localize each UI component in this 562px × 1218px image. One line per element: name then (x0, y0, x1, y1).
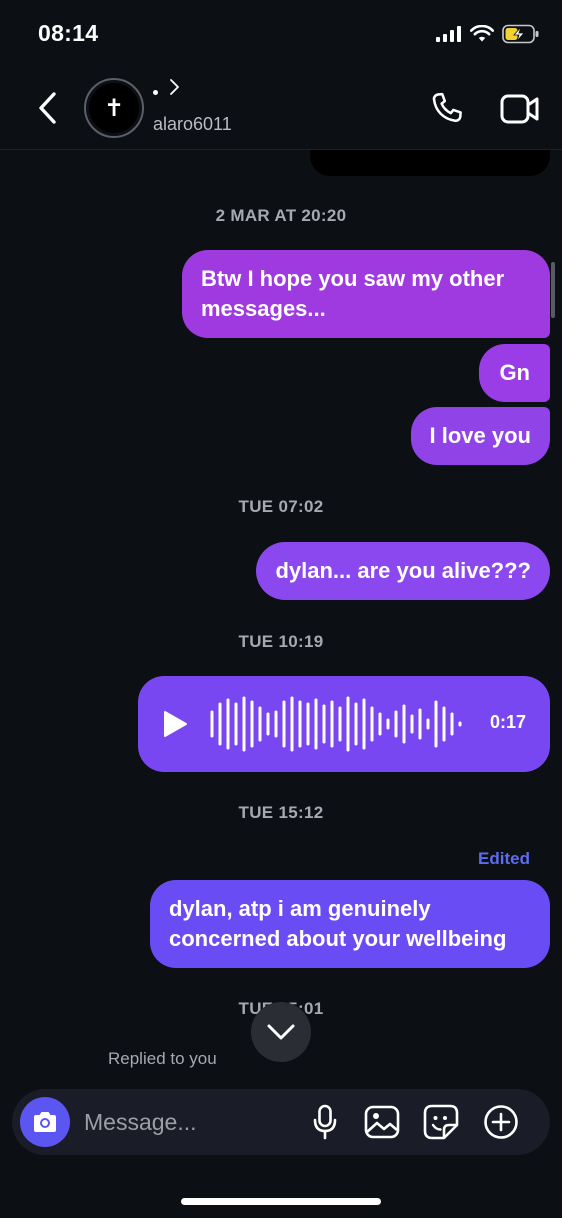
waveform[interactable] (210, 694, 470, 754)
replied-to-you-label: Replied to you (108, 1049, 217, 1068)
plus-circle-icon (484, 1105, 518, 1139)
timestamp: TUE 10:19 (238, 632, 324, 651)
chat-header: ✝ alaro6011 (0, 64, 562, 150)
play-icon[interactable] (162, 710, 188, 738)
timestamp: TUE 15:12 (238, 803, 324, 822)
previous-message-bubble[interactable] (310, 150, 550, 176)
status-time: 08:14 (38, 20, 99, 46)
message-bubble[interactable]: Btw I hope you saw my other messages... (182, 250, 550, 338)
voice-duration: 0:17 (489, 712, 526, 732)
message-input[interactable] (84, 1107, 294, 1137)
message-thread[interactable]: 2 MAR AT 20:20 Btw I hope you saw my oth… (0, 150, 562, 1086)
microphone-icon (313, 1104, 337, 1140)
voice-message[interactable]: 0:17 (138, 676, 550, 772)
microphone-button[interactable] (306, 1103, 344, 1141)
username[interactable]: alaro6011 (153, 114, 232, 135)
edited-label: Edited (478, 849, 530, 868)
status-icons (436, 24, 540, 44)
profile-name-row[interactable] (153, 79, 180, 96)
message-bubble[interactable]: I love you (410, 407, 550, 465)
message-bubble[interactable]: dylan, atp i am genuinely concerned abou… (150, 880, 550, 968)
back-button[interactable] (34, 90, 64, 126)
wifi-icon (470, 25, 494, 42)
chevron-down-icon (267, 1024, 295, 1040)
timestamp: 2 MAR AT 20:20 (215, 206, 347, 225)
timestamp: TUE 07:02 (238, 497, 324, 516)
voice-call-button[interactable] (428, 90, 466, 128)
message-bubble[interactable]: dylan... are you alive??? (256, 542, 550, 600)
home-indicator[interactable] (181, 1198, 381, 1205)
message-bubble[interactable]: Gn (479, 344, 550, 402)
display-name-dot (153, 89, 158, 95)
scroll-indicator[interactable] (551, 262, 555, 318)
dm-screen: 08:14 ✝ alaro6011 2 MAR AT 20:20 Btw I h… (0, 0, 562, 1218)
chevron-right-icon (170, 79, 179, 95)
avatar[interactable]: ✝ (84, 78, 144, 138)
video-call-button[interactable] (500, 92, 540, 126)
more-options-button[interactable] (482, 1103, 520, 1141)
gallery-icon (364, 1105, 400, 1139)
camera-icon (34, 1112, 56, 1132)
phone-icon (432, 92, 462, 123)
signal-icon (436, 26, 461, 42)
sticker-icon (423, 1104, 459, 1140)
sticker-button[interactable] (422, 1103, 460, 1141)
status-bar: 08:14 (0, 0, 562, 64)
back-chevron-icon (39, 92, 56, 124)
avatar-cross: ✝ (103, 94, 125, 122)
gallery-button[interactable] (363, 1103, 401, 1141)
scroll-to-bottom-button[interactable] (251, 1002, 311, 1062)
video-camera-icon (500, 94, 539, 124)
message-composer (12, 1089, 550, 1155)
camera-button[interactable] (20, 1097, 70, 1147)
battery-charging-icon (502, 24, 539, 44)
